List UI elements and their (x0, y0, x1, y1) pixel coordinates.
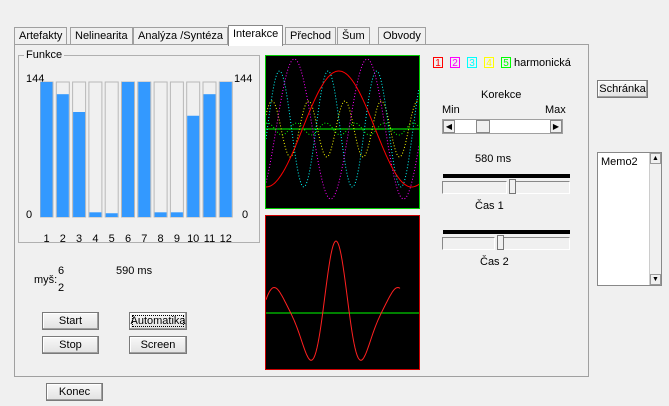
bar[interactable] (56, 94, 69, 217)
cas2-track-left (442, 237, 495, 250)
bar-category-label: 5 (109, 233, 115, 245)
bar-category-label: 7 (141, 233, 147, 245)
funkce-title: Funkce (24, 49, 65, 61)
tab-artefakty[interactable]: Artefakty (14, 27, 68, 45)
bar[interactable] (170, 212, 183, 217)
korekce-thumb[interactable] (476, 120, 491, 133)
harmonic-3-toggle[interactable]: 3 (467, 57, 477, 69)
memo-textarea[interactable]: Memo2 ▲ ▼ (597, 152, 662, 286)
bar[interactable] (73, 112, 86, 217)
bar-slot[interactable] (153, 81, 168, 218)
cas2-track-line (443, 230, 570, 234)
funkce-left-min: 0 (26, 209, 33, 221)
bar-category-label: 1 (43, 233, 49, 245)
bar[interactable] (122, 82, 134, 217)
bar-category-label: 3 (76, 233, 82, 245)
scroll-up-icon[interactable]: ▲ (650, 153, 661, 164)
tab-sum[interactable]: Šum (337, 27, 370, 45)
bar-category-label: 6 (125, 233, 131, 245)
memo-text: Memo2 (601, 156, 638, 168)
harmonic-label: harmonická (514, 57, 571, 69)
sum-wave (266, 240, 401, 361)
tab-interakce[interactable]: Interakce (228, 25, 284, 46)
mouse-y-value: 2 (58, 282, 65, 294)
tab-obvody[interactable]: Obvody (378, 27, 426, 45)
bar-category-label: 9 (174, 233, 180, 245)
cas1-track-right (512, 181, 570, 194)
cas1-slider[interactable] (509, 179, 516, 194)
cas1-track-left (442, 181, 507, 194)
tab-analyza-synteza[interactable]: Analýza /Syntéza (133, 27, 228, 45)
bar-category-label: 11 (204, 233, 215, 245)
korekce-min-label: Min (442, 104, 460, 116)
harmonic-2-toggle[interactable]: 2 (450, 57, 460, 69)
cas2-slider[interactable] (497, 235, 504, 250)
harmonic-5-toggle[interactable]: 5 (501, 57, 511, 69)
automatika-button[interactable]: Automatika (129, 312, 187, 330)
korekce-max-label: Max (545, 104, 566, 116)
bar[interactable] (219, 82, 232, 217)
bar[interactable] (138, 82, 151, 217)
bar[interactable] (105, 213, 118, 217)
stop-button[interactable]: Stop (42, 336, 99, 354)
funkce-right-min: 0 (242, 209, 249, 221)
scroll-left-icon[interactable]: ◀ (443, 120, 455, 133)
harmonics-waveforms (266, 58, 419, 200)
bar-slot[interactable] (169, 81, 184, 218)
cas1-time: 580 ms (475, 153, 512, 165)
scroll-down-icon[interactable]: ▼ (650, 274, 661, 285)
cas1-track-line (443, 174, 570, 178)
bar[interactable] (154, 212, 167, 217)
harmonic-4-toggle[interactable]: 4 (484, 57, 494, 69)
time-readout: 590 ms (116, 265, 153, 277)
bar-category-label: 4 (92, 233, 98, 245)
sum-waveform (266, 240, 419, 361)
bar-slot[interactable] (104, 81, 119, 218)
bar[interactable] (40, 82, 53, 217)
mouse-x-value: 6 (58, 265, 65, 277)
konec-button[interactable]: Konec (46, 383, 103, 401)
cas1-label: Čas 1 (475, 200, 504, 212)
bar-category-label: 8 (158, 233, 164, 245)
sum-scope (265, 215, 420, 370)
schranka-button[interactable]: Schránka (597, 80, 648, 98)
screen-button[interactable]: Screen (129, 336, 187, 354)
cas2-label: Čas 2 (480, 256, 509, 268)
mouse-label: myš: (34, 274, 58, 286)
bar[interactable] (187, 115, 200, 217)
bar-category-label: 10 (187, 233, 199, 245)
bar-slot[interactable] (88, 81, 103, 218)
cas2-track-right (500, 237, 570, 250)
korekce-title: Korekce (481, 89, 522, 101)
tab-prechod[interactable]: Přechod (285, 27, 336, 45)
tab-nelinearita[interactable]: Nelinearita (70, 27, 133, 45)
bar-category-label: 12 (220, 233, 232, 245)
bar-category-label: 2 (60, 233, 66, 245)
start-button[interactable]: Start (42, 312, 99, 330)
memo-scrollbar[interactable]: ▲ ▼ (649, 153, 661, 285)
harmonics-scope (265, 55, 420, 209)
bar[interactable] (203, 94, 216, 217)
bar[interactable] (89, 212, 102, 217)
harmonic-1-toggle[interactable]: 1 (433, 57, 443, 69)
scroll-right-icon[interactable]: ▶ (550, 120, 562, 133)
korekce-scrollbar[interactable]: ◀ ▶ (442, 119, 563, 134)
funkce-bar-chart[interactable]: 1 2 3 4 5 6 7 8 9 10 11 12 (40, 80, 238, 247)
